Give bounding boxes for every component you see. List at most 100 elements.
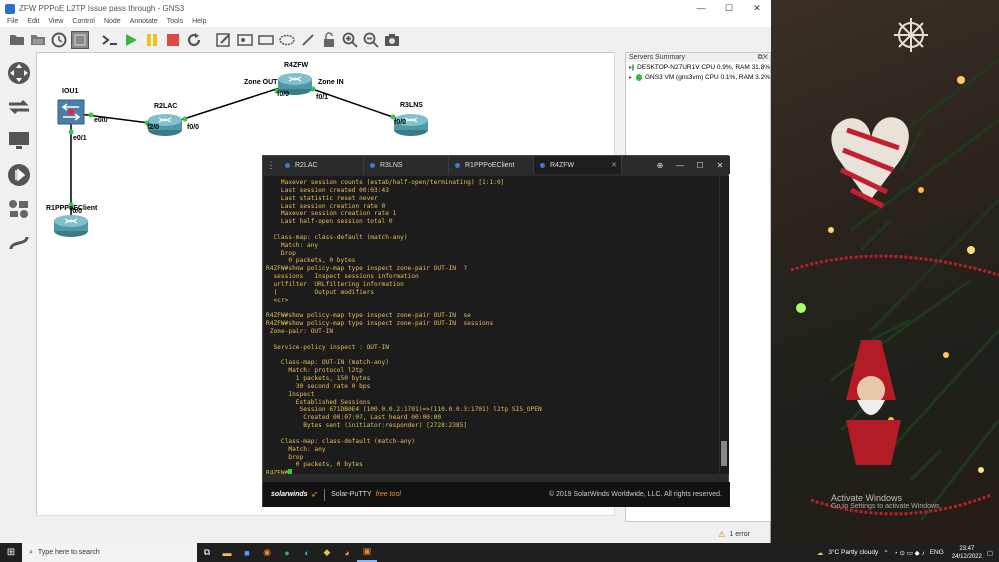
tray-chevron-icon[interactable]: ⌃ [883, 549, 888, 557]
menu-edit[interactable]: Edit [27, 17, 39, 27]
open-folder-icon[interactable] [8, 31, 26, 49]
weather-text[interactable]: 3°C Partly cloudy [828, 549, 878, 556]
expand-arrow-icon[interactable]: ▸ [629, 74, 636, 81]
browse-routers-icon[interactable] [6, 60, 32, 86]
capture-icon[interactable] [71, 30, 89, 49]
taskbar-search-box[interactable]: ⌕ Type here to search [22, 543, 197, 562]
add-link-icon[interactable] [6, 230, 32, 256]
menu-bar: File Edit View Control Node Annotate Too… [0, 17, 771, 27]
project-folder-icon[interactable] [29, 31, 47, 49]
port-r2lac-f20: f2/0 [147, 124, 160, 131]
panel-float-close-icon[interactable]: ⧉✕ [758, 53, 768, 62]
browse-all-devices-icon[interactable] [6, 196, 32, 222]
server-item[interactable]: ▸ DESKTOP-N27UR1V CPU 0.9%, RAM 31.8% [626, 62, 770, 72]
ellipse-icon[interactable] [278, 31, 296, 49]
browse-end-devices-icon[interactable] [6, 128, 32, 154]
console-icon[interactable] [101, 31, 119, 49]
title-bar: ZFW PPPoE L2TP Issue pass through - GNS3… [0, 0, 771, 17]
kebab-menu-icon[interactable]: ⋮ [263, 160, 279, 171]
close-button[interactable]: ✕ [743, 0, 771, 17]
menu-node[interactable]: Node [104, 17, 121, 27]
tab-r2lac[interactable]: R2LAC [279, 156, 364, 174]
weather-icon[interactable]: ☁ [817, 549, 824, 557]
new-tab-icon[interactable]: ⊕ [650, 161, 670, 170]
edge-icon[interactable]: ◐ [297, 543, 317, 562]
menu-control[interactable]: Control [72, 17, 95, 27]
stop-icon[interactable] [164, 31, 182, 49]
spotify-icon[interactable]: ● [277, 543, 297, 562]
node-iou1[interactable] [57, 99, 85, 125]
node-type-sidebar [0, 52, 36, 532]
start-icon[interactable] [122, 31, 140, 49]
menu-help[interactable]: Help [192, 17, 206, 27]
tab-r4zfw[interactable]: R4ZFW ✕ [534, 156, 622, 174]
terminal-line: Drop [266, 453, 304, 461]
session-status-icon [540, 162, 545, 168]
maximize-button[interactable]: ☐ [715, 0, 743, 17]
lock-icon[interactable] [320, 31, 338, 49]
port-r4zfw-f01: f0/1 [316, 94, 329, 101]
terminal-scrollbar[interactable] [720, 176, 729, 474]
tab-label: R4ZFW [550, 161, 575, 169]
heart-ornament [831, 117, 909, 209]
firefox-icon[interactable]: ◕ [337, 543, 357, 562]
close-tab-icon[interactable]: ✕ [611, 161, 617, 169]
canvas-horizontal-scrollbar[interactable] [36, 515, 615, 524]
putty-footer: solarwinds ➶ Solar-PuTTY free tool © 201… [263, 482, 730, 507]
tab-r3lns[interactable]: R3LNS [364, 156, 449, 174]
gns3-taskbar-icon[interactable]: ◆ [317, 543, 337, 562]
close-icon[interactable]: ✕ [710, 161, 730, 170]
browse-switches-icon[interactable] [6, 94, 32, 120]
terminal-line: 30 second rate 0 bps [266, 382, 371, 390]
windows-taskbar: ⊞ ⌕ Type here to search ⧉ ▬ ■ ◉ ● ◐ ◆ ◕ … [0, 543, 999, 562]
terminal-output[interactable]: Maxever session counts (estab/half-open/… [264, 176, 719, 474]
menu-file[interactable]: File [7, 17, 18, 27]
menu-annotate[interactable]: Annotate [130, 17, 158, 27]
language-indicator[interactable]: ENG [930, 549, 944, 556]
tab-r1pppoeclient[interactable]: R1PPPoEClient [449, 156, 534, 174]
tray-app-icons[interactable]: ◔ ⊙ ▭ ◆ ♪ [894, 549, 925, 557]
browse-security-devices-icon[interactable] [6, 162, 32, 188]
label-r4zfw: R4ZFW [284, 62, 309, 69]
servers-summary-title: Servers Summary [629, 54, 686, 61]
terminal-line: | Output modifiers [266, 288, 375, 296]
minimize-icon[interactable]: — [670, 161, 690, 170]
menu-tools[interactable]: Tools [167, 17, 183, 27]
file-explorer-icon[interactable]: ▬ [217, 543, 237, 562]
zoom-out-icon[interactable] [362, 31, 380, 49]
line-icon[interactable] [299, 31, 317, 49]
clock-icon[interactable] [50, 31, 68, 49]
minimize-button[interactable]: — [687, 0, 715, 17]
terminal-line: Class-map: class-default (match-any) [266, 233, 408, 241]
image-icon[interactable] [236, 31, 254, 49]
activate-windows-subtitle: Go to Settings to activate Windows. [831, 503, 942, 510]
server-name: GNS3 VM (gns3vm) [645, 73, 704, 81]
solar-putty-taskbar-icon[interactable]: ▣ [357, 543, 377, 562]
store-icon[interactable]: ■ [237, 543, 257, 562]
menu-view[interactable]: View [48, 17, 63, 27]
zoom-in-icon[interactable] [341, 31, 359, 49]
system-tray: ☁ 3°C Partly cloudy ⌃ ◔ ⊙ ▭ ◆ ♪ ENG 23:4… [812, 545, 999, 561]
notification-icon[interactable]: ▢ [987, 549, 993, 557]
maximize-icon[interactable]: ☐ [690, 161, 710, 170]
server-item[interactable]: ▸ GNS3 VM (gns3vm) CPU 0.1%, RAM 3.2% [626, 72, 770, 82]
pause-icon[interactable] [143, 31, 161, 49]
server-status-icon [632, 63, 635, 71]
task-view-icon[interactable]: ⧉ [197, 543, 217, 562]
note-icon[interactable] [215, 31, 233, 49]
terminal-line: Last statistic reset never [266, 194, 378, 202]
error-count[interactable]: 1 error [729, 531, 750, 538]
reload-icon[interactable] [185, 31, 203, 49]
clock-date: 24/12/2022 [951, 553, 982, 560]
blender-icon[interactable]: ◉ [257, 543, 277, 562]
rectangle-icon[interactable] [257, 31, 275, 49]
terminal-line: Last half-open session total 0 [266, 218, 393, 226]
terminal-line: Established Sessions [266, 398, 371, 406]
screenshot-icon[interactable] [383, 31, 401, 49]
windows-start-icon[interactable]: ⊞ [0, 547, 22, 558]
scrollbar-thumb[interactable] [721, 441, 727, 466]
node-r1pppoeclient[interactable] [53, 214, 89, 238]
taskbar-clock[interactable]: 23:47 24/12/2022 [952, 545, 982, 561]
